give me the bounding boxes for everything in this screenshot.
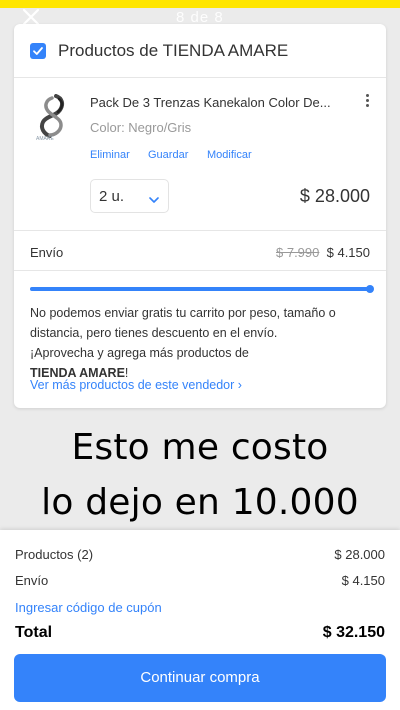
thumbnail-caption: AMARE xyxy=(36,136,54,142)
shipping-progress-fill xyxy=(30,287,370,291)
summary-products-label: Productos (2) xyxy=(15,547,94,562)
save-link[interactable]: Guardar xyxy=(148,149,188,161)
order-summary: Productos (2) $ 28.000 Envío $ 4.150 Ing… xyxy=(0,530,400,710)
cart-card: Productos de TIENDA AMARE AMARE Pack De … xyxy=(14,24,386,408)
quantity-value: 2 u. xyxy=(99,188,125,205)
checkbox-checked-icon[interactable] xyxy=(30,43,46,59)
total-value: $ 32.150 xyxy=(322,624,385,641)
summary-shipping-value: $ 4.150 xyxy=(341,573,385,588)
product-thumbnail[interactable] xyxy=(34,94,68,156)
product-price: $ 28.000 xyxy=(299,186,370,206)
story-caption-line2: lo dejo en 10.000 xyxy=(41,482,359,523)
continue-purchase-button[interactable]: Continuar compra xyxy=(14,654,386,702)
shipping-progress-marker xyxy=(366,285,374,293)
seller-header: Productos de TIENDA AMARE xyxy=(14,24,386,78)
divider xyxy=(14,230,386,231)
brand-strip xyxy=(0,0,400,8)
chevron-down-icon xyxy=(149,191,159,209)
summary-products-value: $ 28.000 xyxy=(334,547,385,562)
seller-title: Productos de TIENDA AMARE xyxy=(58,41,289,60)
shipping-progress-bar xyxy=(30,285,374,293)
story-caption-line1: Esto me costo xyxy=(71,427,329,468)
quantity-select[interactable]: 2 u. xyxy=(90,179,169,213)
modify-link[interactable]: Modificar xyxy=(207,149,252,161)
shipping-message-line1: No podemos enviar gratis tu carrito por … xyxy=(30,306,336,340)
product-title[interactable]: Pack De 3 Trenzas Kanekalon Color De... xyxy=(90,95,331,110)
remove-link[interactable]: Eliminar xyxy=(90,149,130,161)
shipping-label: Envío xyxy=(30,245,64,260)
divider xyxy=(14,270,386,271)
shipping-price: $ 4.150 xyxy=(326,245,370,260)
coupon-link[interactable]: Ingresar código de cupón xyxy=(15,600,162,615)
shipping-old-price: $ 7.990 xyxy=(276,245,320,260)
total-label: Total xyxy=(15,624,53,641)
product-variant: Color: Negro/Gris xyxy=(90,120,192,135)
seller-products-link[interactable]: Ver más productos de este vendedor › xyxy=(30,378,242,392)
summary-shipping-label: Envío xyxy=(15,573,49,588)
shipping-message: No podemos enviar gratis tu carrito por … xyxy=(30,303,375,383)
shipping-message-line2: ¡Aprovecha y agrega más productos de xyxy=(30,346,249,360)
more-vertical-icon[interactable] xyxy=(362,92,372,110)
